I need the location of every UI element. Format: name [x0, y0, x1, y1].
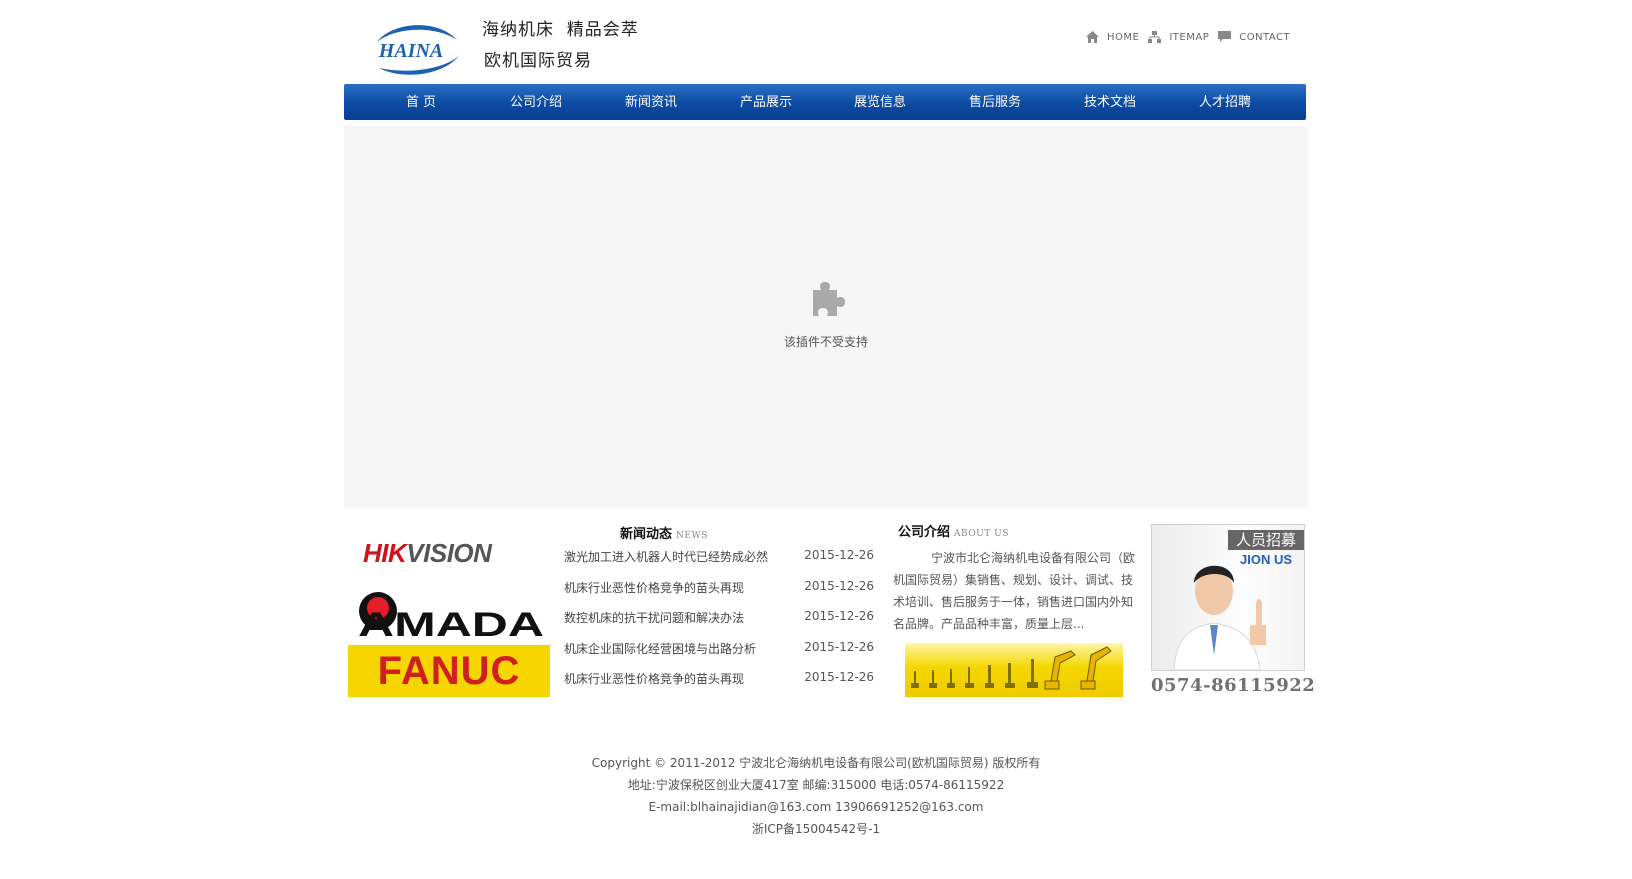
- fanuc-logo[interactable]: FANUC: [348, 645, 550, 697]
- sitemap-icon: [1148, 31, 1162, 43]
- top-link-contact[interactable]: CONTACT: [1218, 31, 1290, 43]
- news-item-title[interactable]: 机床企业国际化经营困境与出路分析: [564, 640, 756, 657]
- top-link-contact-label: CONTACT: [1239, 31, 1291, 43]
- plugin-message: 该插件不受支持: [783, 335, 868, 349]
- footer: Copyright © 2011-2012 宁波北仑海纳机电设备有限公司(欧机国…: [0, 752, 1632, 840]
- home-icon: [1086, 31, 1099, 43]
- nav-item-about[interactable]: 公司介绍: [479, 84, 593, 120]
- nav-item-home[interactable]: 首 页: [364, 84, 478, 120]
- puzzle-icon: [813, 282, 845, 316]
- nav-item-service[interactable]: 售后服务: [938, 84, 1052, 120]
- news-item: 机床企业国际化经营困境与出路分析 2015-12-26: [564, 640, 874, 671]
- news-item: 机床行业恶性价格竞争的苗头再现 2015-12-26: [564, 579, 874, 610]
- footer-copyright: Copyright © 2011-2012 宁波北仑海纳机电设备有限公司(欧机国…: [591, 756, 1041, 770]
- top-link-home-label: HOME: [1107, 31, 1140, 43]
- news-item-date: 2015-12-26: [804, 548, 874, 562]
- news-item-date: 2015-12-26: [804, 609, 874, 623]
- news-item-title[interactable]: 机床行业恶性价格竞争的苗头再现: [564, 670, 744, 687]
- news-item: 数控机床的抗干扰问题和解决办法 2015-12-26: [564, 609, 874, 640]
- nav-item-jobs[interactable]: 人才招聘: [1168, 84, 1282, 120]
- news-title-cn: 新闻动态: [620, 527, 673, 542]
- about-title-cn: 公司介绍: [898, 525, 951, 540]
- recruit-banner[interactable]: 人员招募 JION US: [1151, 524, 1305, 671]
- slogan-line2: 欧机国际贸易: [484, 51, 592, 71]
- footer-email: E-mail:blhainajidian@163.com 13906691252…: [648, 800, 984, 814]
- nav-item-exhibits[interactable]: 展览信息: [823, 84, 937, 120]
- about-title-en: ABOUT US: [954, 529, 1009, 539]
- page: HAINA 海纳机床 精品会萃 欧机国际贸易 HOME ITEMAP CONTA…: [0, 0, 1632, 879]
- amada-text: AMADA: [358, 606, 544, 639]
- nav-item-products[interactable]: 产品展示: [709, 84, 823, 120]
- news-item: 激光加工进入机器人时代已经势成必然 2015-12-26: [564, 548, 874, 579]
- amada-logo[interactable]: AMADA: [356, 589, 548, 644]
- recruit-person-image: [1173, 565, 1266, 670]
- phone-number: 0574-86115922: [1151, 675, 1316, 696]
- haina-logo[interactable]: HAINA: [357, 18, 465, 78]
- news-item-title[interactable]: 机床行业恶性价格竞争的苗头再现: [564, 579, 744, 596]
- news-list: 激光加工进入机器人时代已经势成必然 2015-12-26 机床行业恶性价格竞争的苗…: [564, 548, 874, 701]
- hikvision-logo[interactable]: HIKVISION: [363, 538, 492, 569]
- footer-icp[interactable]: 浙ICP备15004542号-1: [0, 818, 1632, 840]
- chat-icon: [1218, 31, 1232, 42]
- about-text: 宁波市北仑海纳机电设备有限公司（欧机国际贸易）集销售、规划、设计、调试、技术培训…: [893, 551, 1136, 631]
- logo-text: HAINA: [378, 40, 443, 62]
- slogan-line1: 海纳机床 精品会萃: [482, 20, 639, 40]
- robots-banner[interactable]: [905, 643, 1123, 697]
- hikvision-logo-red: HIK: [363, 538, 407, 568]
- news-item-title[interactable]: 激光加工进入机器人时代已经势成必然: [564, 548, 768, 565]
- top-link-home[interactable]: HOME: [1086, 31, 1139, 43]
- about-section-title: 公司介绍 ABOUT US: [898, 521, 1009, 540]
- news-item-date: 2015-12-26: [804, 578, 874, 593]
- news-item: 机床行业恶性价格竞争的苗头再现 2015-12-26: [564, 670, 874, 701]
- news-item-title[interactable]: 数控机床的抗干扰问题和解决办法: [564, 609, 744, 626]
- news-section-title: 新闻动态 NEWS: [620, 523, 708, 542]
- news-item-date: 2015-12-26: [804, 670, 874, 684]
- top-link-sitemap[interactable]: ITEMAP: [1148, 31, 1209, 43]
- top-links: HOME ITEMAP CONTACT: [1086, 31, 1299, 43]
- nav-item-news[interactable]: 新闻资讯: [594, 84, 708, 120]
- top-link-sitemap-label: ITEMAP: [1169, 31, 1210, 43]
- nav-item-docs[interactable]: 技术文档: [1053, 84, 1167, 120]
- plugin-placeholder: 该插件不受支持: [344, 126, 1308, 508]
- hikvision-logo-gray: VISION: [406, 538, 492, 568]
- news-title-en: NEWS: [676, 531, 708, 541]
- footer-address: 地址:宁波保税区创业大厦417室 邮编:315000 电话:0574-86115…: [627, 778, 1005, 792]
- main-nav: 首 页 公司介绍 新闻资讯 产品展示 展览信息 售后服务 技术文档 人才招聘: [344, 84, 1306, 120]
- news-item-date: 2015-12-26: [804, 639, 874, 654]
